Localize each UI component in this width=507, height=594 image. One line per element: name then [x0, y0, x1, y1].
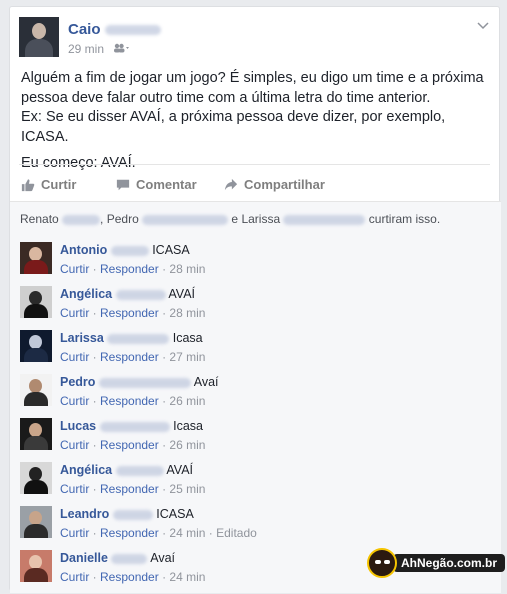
post-meta: 29 min — [68, 42, 130, 56]
comment-reply-link[interactable]: Responder — [100, 306, 159, 320]
comments-section: Renato , Pedro e Larissa curtiram isso. … — [10, 201, 501, 593]
comment-meta: Curtir · Responder · 26 min — [60, 394, 206, 408]
post-card: Caio 29 min Alguém a fim de jogar um jog… — [9, 6, 501, 593]
comment-like-link[interactable]: Curtir — [60, 438, 89, 452]
thumbs-up-icon — [21, 178, 35, 191]
comment-text: Icasa — [173, 419, 203, 433]
commenter-avatar[interactable] — [20, 330, 52, 362]
commenter-name[interactable]: Danielle — [60, 551, 108, 565]
post-text: Alguém a fim de jogar um jogo? É simples… — [21, 69, 496, 174]
comment-item: Leandro ICASA Curtir · Responder · 24 min… — [20, 506, 490, 550]
comment-reply-link[interactable]: Responder — [100, 262, 159, 276]
comment-reply-link[interactable]: Responder — [100, 570, 159, 584]
comment-timestamp[interactable]: 28 min — [169, 306, 205, 320]
comment-item: Angélica AVAÍ Curtir · Responder · 28 min — [20, 286, 490, 330]
share-arrow-icon — [224, 178, 238, 190]
comment-text: AVAÍ — [168, 287, 196, 301]
comment-reply-link[interactable]: Responder — [100, 438, 159, 452]
comment-timestamp[interactable]: 26 min — [169, 394, 205, 408]
author-avatar[interactable] — [19, 17, 59, 57]
commenter-name[interactable]: Pedro — [60, 375, 95, 389]
speech-bubble-icon — [116, 179, 130, 190]
comment-reply-link[interactable]: Responder — [100, 526, 159, 540]
comment-meta: Curtir · Responder · 24 min · Editado — [60, 526, 257, 540]
comment-meta: Curtir · Responder · 26 min — [60, 438, 206, 452]
comment-meta: Curtir · Responder · 28 min — [60, 306, 206, 320]
comment-meta: Curtir · Responder · 25 min — [60, 482, 206, 496]
watermark-mascot-icon — [367, 548, 397, 578]
comment-timestamp[interactable]: 24 min — [169, 526, 205, 540]
comment-text: Avaí — [193, 375, 219, 389]
comment-item: Antonio ICASA Curtir · Responder · 28 min — [20, 242, 490, 286]
commenter-avatar[interactable] — [20, 242, 52, 274]
divider — [19, 164, 490, 165]
comment-like-link[interactable]: Curtir — [60, 350, 89, 364]
comment-content: Angélica AVAÍ — [60, 286, 195, 302]
comment-content: Danielle Avaí — [60, 550, 175, 566]
comment-text: AVAÍ — [166, 463, 194, 477]
post-text-example: Ex: Se eu disser AVAÍ, a próxima pessoa … — [21, 109, 446, 145]
friends-audience-icon[interactable] — [113, 43, 130, 56]
comment-content: Larissa Icasa — [60, 330, 203, 346]
commenter-avatar[interactable] — [20, 506, 52, 538]
commenter-avatar[interactable] — [20, 418, 52, 450]
comment-timestamp[interactable]: 25 min — [169, 482, 205, 496]
comment-edited-label[interactable]: Editado — [216, 526, 257, 540]
comment-reply-link[interactable]: Responder — [100, 350, 159, 364]
post-options-chevron-icon[interactable] — [477, 19, 489, 33]
liker-name[interactable]: Pedro — [107, 212, 139, 226]
comment-like-link[interactable]: Curtir — [60, 262, 89, 276]
comment-text: ICASA — [152, 243, 190, 257]
comment-item: Larissa Icasa Curtir · Responder · 27 min — [20, 330, 490, 374]
comment-item: Lucas Icasa Curtir · Responder · 26 min — [20, 418, 490, 462]
watermark-text: AhNegão.com.br — [393, 554, 506, 572]
comment-content: Pedro Avaí — [60, 374, 219, 390]
comment-item: Pedro Avaí Curtir · Responder · 26 min — [20, 374, 490, 418]
comment-content: Antonio ICASA — [60, 242, 190, 258]
commenter-name[interactable]: Angélica — [60, 463, 112, 477]
watermark-logo: AhNegão.com.br — [367, 548, 506, 578]
post-header: Caio 29 min — [19, 17, 489, 61]
post-timestamp[interactable]: 29 min — [68, 42, 104, 56]
author-name[interactable]: Caio — [68, 21, 161, 38]
comment-reply-link[interactable]: Responder — [100, 394, 159, 408]
comment-timestamp[interactable]: 24 min — [169, 570, 205, 584]
comment-reply-link[interactable]: Responder — [100, 482, 159, 496]
comment-like-link[interactable]: Curtir — [60, 306, 89, 320]
commenter-avatar[interactable] — [20, 550, 52, 582]
comment-content: Lucas Icasa — [60, 418, 203, 434]
commenter-name[interactable]: Larissa — [60, 331, 104, 345]
commenter-name[interactable]: Antonio — [60, 243, 107, 257]
liker-name[interactable]: Renato — [20, 212, 59, 226]
commenter-avatar[interactable] — [20, 286, 52, 318]
like-button[interactable]: Curtir — [21, 177, 76, 192]
likes-summary: Renato , Pedro e Larissa curtiram isso. — [20, 212, 441, 226]
comment-content: Leandro ICASA — [60, 506, 194, 522]
comment-meta: Curtir · Responder · 24 min — [60, 570, 206, 584]
comment-content: Angélica AVAÍ — [60, 462, 193, 478]
comment-button[interactable]: Comentar — [116, 177, 197, 192]
comment-like-link[interactable]: Curtir — [60, 482, 89, 496]
comment-like-link[interactable]: Curtir — [60, 570, 89, 584]
post-text-paragraph: Alguém a fim de jogar um jogo? É simples… — [21, 70, 484, 106]
comment-meta: Curtir · Responder · 27 min — [60, 350, 206, 364]
comment-text: Icasa — [172, 331, 203, 345]
comment-like-link[interactable]: Curtir — [60, 526, 89, 540]
comment-timestamp[interactable]: 28 min — [169, 262, 205, 276]
comment-text: Avaí — [150, 551, 176, 565]
commenter-name[interactable]: Lucas — [60, 419, 96, 433]
comment-like-link[interactable]: Curtir — [60, 394, 89, 408]
commenter-name[interactable]: Leandro — [60, 507, 109, 521]
commenter-avatar[interactable] — [20, 374, 52, 406]
liker-name[interactable]: Larissa — [241, 212, 280, 226]
comment-item: Angélica AVAÍ Curtir · Responder · 25 min — [20, 462, 490, 506]
comment-meta: Curtir · Responder · 28 min — [60, 262, 206, 276]
commenter-name[interactable]: Angélica — [60, 287, 112, 301]
comment-timestamp[interactable]: 27 min — [169, 350, 205, 364]
share-button[interactable]: Compartilhar — [224, 177, 325, 192]
post-actions: Curtir Comentar Compartilhar — [19, 171, 490, 199]
comment-timestamp[interactable]: 26 min — [169, 438, 205, 452]
commenter-avatar[interactable] — [20, 462, 52, 494]
comment-text: ICASA — [156, 507, 194, 521]
